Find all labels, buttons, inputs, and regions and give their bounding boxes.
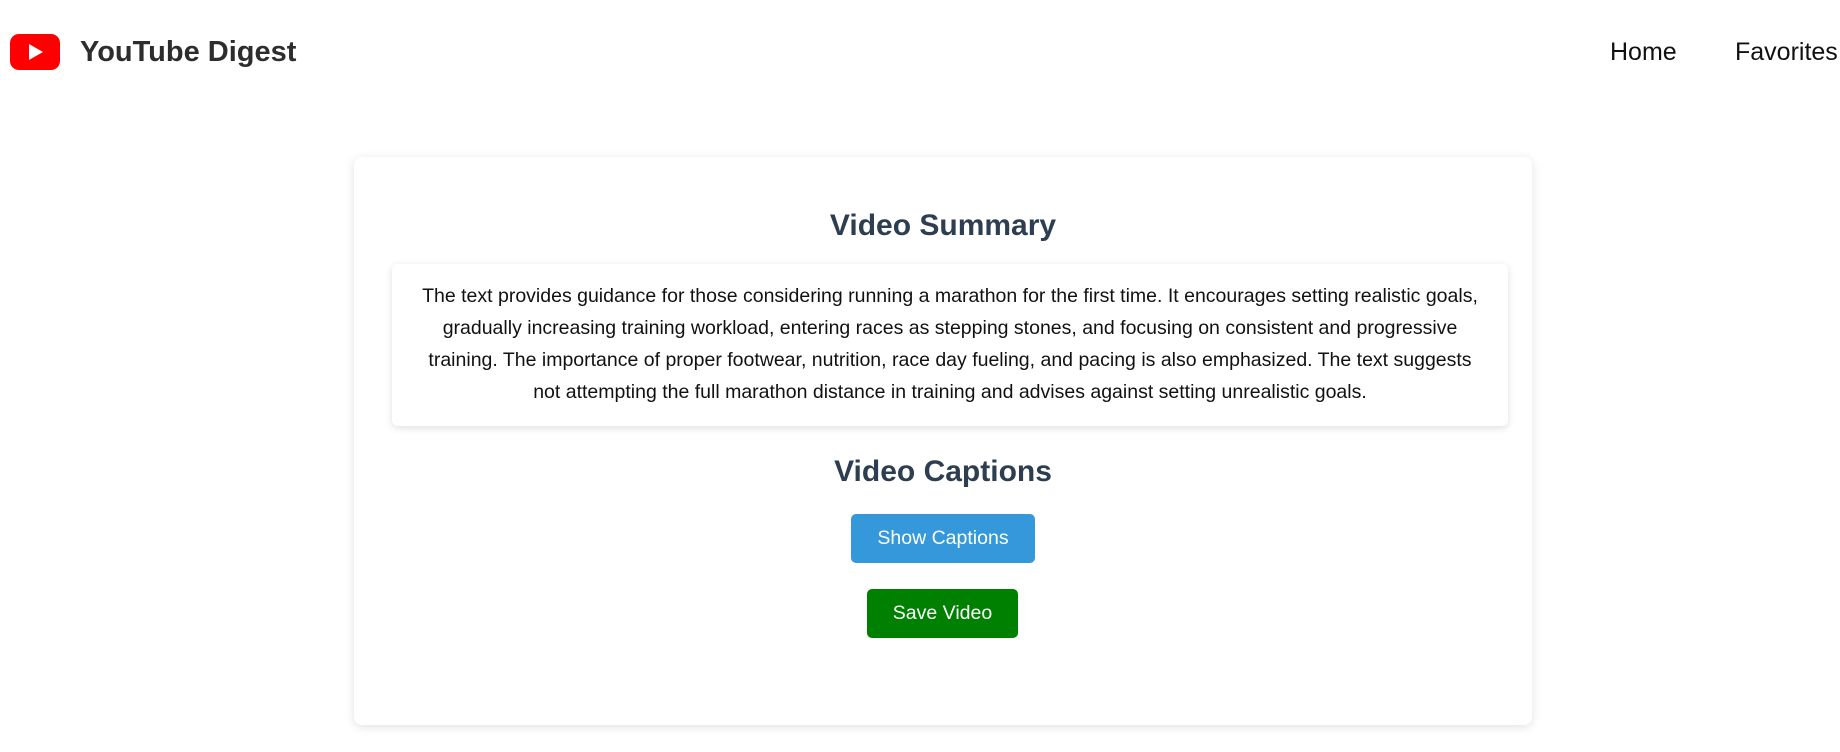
nav-home-link[interactable]: Home <box>1610 36 1677 68</box>
video-summary-heading: Video Summary <box>829 209 1057 242</box>
nav-favorites-link[interactable]: Favorites <box>1735 36 1838 68</box>
app-title[interactable]: YouTube Digest <box>80 34 296 70</box>
youtube-logo-icon[interactable] <box>10 34 60 70</box>
save-video-button[interactable]: Save Video <box>867 589 1018 638</box>
summary-box: The text provides guidance for those con… <box>392 264 1508 426</box>
video-digest-card: Video Summary The text provides guidance… <box>354 157 1532 725</box>
video-captions-heading: Video Captions <box>834 455 1052 488</box>
top-navbar: YouTube Digest Home Favorites <box>0 0 1840 104</box>
show-captions-button[interactable]: Show Captions <box>851 514 1035 563</box>
summary-text: The text provides guidance for those con… <box>422 285 1478 403</box>
